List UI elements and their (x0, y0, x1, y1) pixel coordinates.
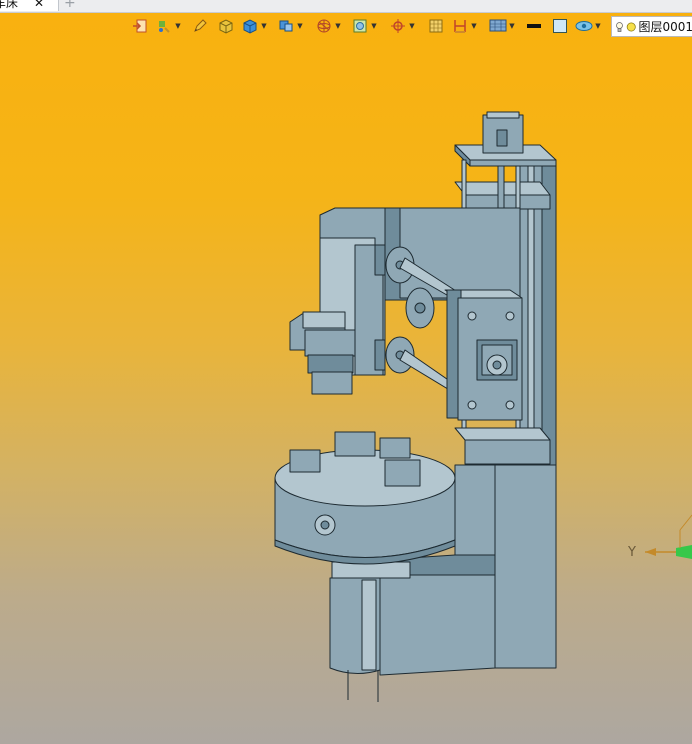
axis-triad (645, 514, 692, 559)
lathe-model[interactable] (0, 0, 692, 744)
axis-y-label: Y (628, 545, 636, 560)
